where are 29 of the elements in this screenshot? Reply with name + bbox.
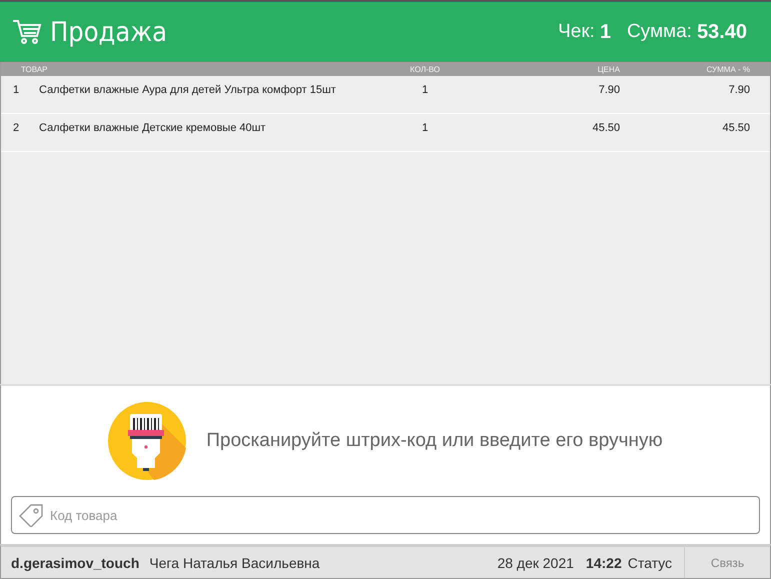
barcode-scanner-icon xyxy=(108,402,186,480)
table-cell-text: 45.50 xyxy=(591,122,620,136)
table-cell-text: 45.50 xyxy=(721,122,750,136)
code-input-field[interactable]: Код товара xyxy=(11,496,760,534)
table-cell-text: 1 xyxy=(12,84,20,98)
table-cell-text: Салфетки влажные Детские кремовые 40шт xyxy=(39,122,267,136)
table-cell-text: 7.90 xyxy=(598,84,620,98)
page-title: Продажа xyxy=(50,16,168,48)
cart-icon xyxy=(12,18,42,46)
sum-value: 53.40 xyxy=(696,20,747,44)
column-header: ЦЕНА xyxy=(596,64,620,74)
sum-label: Сумма: xyxy=(626,21,692,43)
table-cell-text: 2 xyxy=(12,122,20,136)
status-text: Статус xyxy=(628,554,672,570)
time-text: 14:22 xyxy=(586,554,622,570)
user-name: d.gerasimov_touch xyxy=(11,554,140,570)
column-header: ТОВАР xyxy=(20,64,48,74)
table-cell-text: Салфетки влажные Аура для детей Ультра комфорт 15шт xyxy=(39,84,337,98)
table-cell-text: 7.90 xyxy=(728,84,750,98)
tag-icon xyxy=(18,503,44,527)
column-header: СУММА - % xyxy=(706,64,750,74)
column-header: КОЛ-ВО xyxy=(409,64,441,74)
check-label: Чек: xyxy=(558,21,595,43)
cashier-name: Чега Наталья Васильевна xyxy=(149,554,321,570)
check-number: 1 xyxy=(600,20,611,44)
date-text: 28 дек 2021 xyxy=(497,554,574,570)
table-cell-text: 1 xyxy=(420,122,430,136)
table-cell-text: 1 xyxy=(420,84,430,98)
scan-prompt: Просканируйте штрих-код или введите его вручную xyxy=(206,430,663,452)
